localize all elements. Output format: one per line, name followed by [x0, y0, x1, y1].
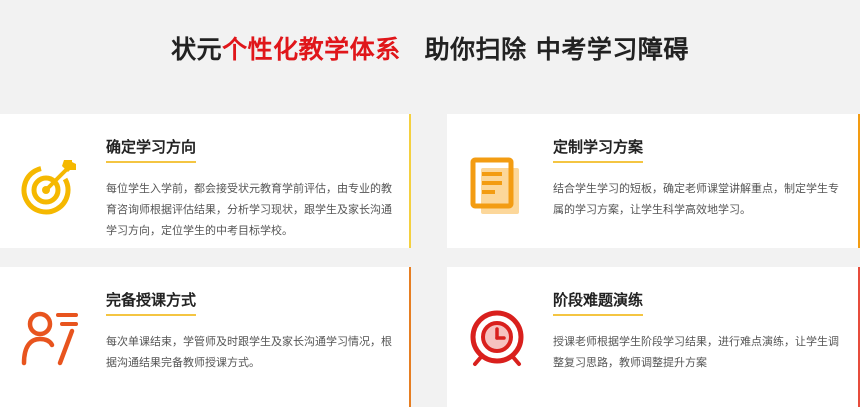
card-title: 阶段难题演练 [553, 289, 644, 316]
headline-highlight: 个性化教学体系 [222, 35, 401, 64]
card-teaching-method: 完备授课方式 每次单课结束，学管师及时跟学生及家长沟通学习情况，根据沟通结果完备… [0, 267, 411, 407]
page-headline: 状元个性化教学体系 助你扫除 中考学习障碍 [0, 30, 860, 66]
teacher-icon [21, 311, 78, 366]
card-title: 定制学习方案 [553, 136, 644, 163]
card-title: 确定学习方向 [106, 136, 197, 163]
card-description: 授课老师根据学生阶段学习结果，进行难点演练，让学生调整复习思路，教师调整提升方案 [553, 335, 839, 369]
card-determine-direction: 确定学习方向 每位学生入学前，都会接受状元教育学前评估，由专业的教育咨询师根据评… [0, 114, 411, 248]
card-stage-practice: 阶段难题演练 授课老师根据学生阶段学习结果，进行难点演练，让学生调整复习思路，教… [447, 267, 860, 407]
card-description: 每次单课结束，学管师及时跟学生及家长沟通学习情况，根据沟通结果完备教师授课方式。 [106, 335, 392, 369]
alarm-clock-icon [470, 310, 524, 366]
headline-part-3: 助你扫除 中考学习障碍 [424, 35, 689, 64]
document-icon [470, 157, 519, 214]
card-custom-plan: 定制学习方案 结合学生学习的短板，确定老师课堂讲解重点，制定学生专属的学习方案，… [447, 114, 860, 248]
card-description: 每位学生入学前，都会接受状元教育学前评估，由专业的教育咨询师根据评估结果，分析学… [106, 182, 392, 237]
card-title: 完备授课方式 [106, 289, 197, 316]
card-description: 结合学生学习的短板，确定老师课堂讲解重点，制定学生专属的学习方案，让学生科学高效… [553, 182, 839, 216]
target-icon [21, 160, 76, 215]
headline-part-1: 状元 [171, 35, 223, 64]
